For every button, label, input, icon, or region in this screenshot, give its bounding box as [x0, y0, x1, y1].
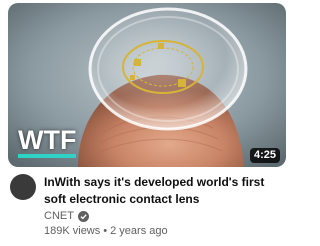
- meta-separator: •: [103, 225, 108, 237]
- thumbnail-logo-underline: [18, 154, 76, 158]
- channel-avatar[interactable]: [10, 174, 36, 200]
- video-metadata: 189K views • 2 years ago: [44, 224, 168, 238]
- channel-name[interactable]: CNET: [44, 209, 74, 223]
- verified-check-icon: [77, 210, 89, 222]
- thumbnail-logo: WTF: [18, 125, 77, 155]
- upload-age: 2 years ago: [110, 225, 168, 237]
- channel-row: CNET: [44, 209, 89, 223]
- video-card[interactable]: WTF 4:25 InWith says it's developed worl…: [0, 0, 290, 246]
- view-count: 189K views: [44, 225, 101, 237]
- video-title[interactable]: InWith says it's developed world's first…: [44, 174, 280, 208]
- duration-badge: 4:25: [249, 148, 280, 163]
- video-thumbnail[interactable]: WTF 4:25: [8, 3, 286, 167]
